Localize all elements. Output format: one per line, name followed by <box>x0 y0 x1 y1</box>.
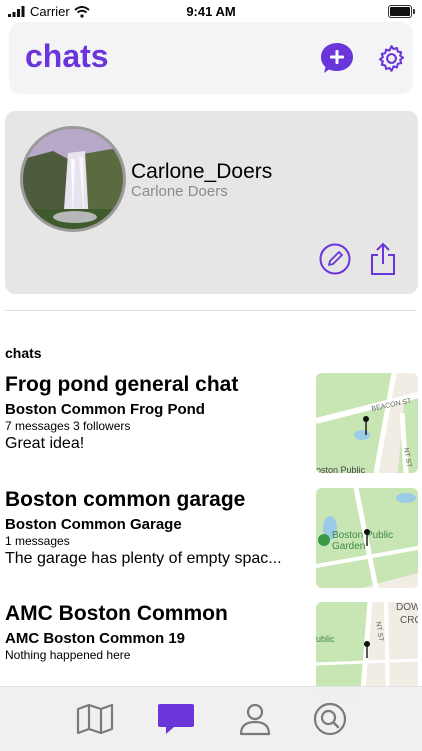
add-chat-icon <box>321 43 353 73</box>
tab-profile[interactable] <box>235 701 275 737</box>
profile-full-name: Carlone Doers <box>131 183 228 200</box>
chat-last-message: Great idea! <box>5 435 85 452</box>
map-thumbnail: Boston Public Garden <box>316 488 418 588</box>
map-icon <box>76 703 114 735</box>
chat-last-message: The garage has plenty of empty spac... <box>5 550 282 567</box>
map-thumbnail: BEACON ST oston Public NT ST <box>316 373 418 473</box>
map-label: CRO <box>400 615 418 626</box>
chat-place: Boston Common Garage <box>5 516 182 533</box>
edit-profile-button[interactable] <box>319 243 351 275</box>
chat-title: Boston common garage <box>5 488 246 511</box>
map-label: oston Public <box>316 465 366 473</box>
chat-stats: 7 messages 3 followers <box>5 419 131 433</box>
chat-bubble-icon <box>158 704 194 734</box>
chat-stats: 1 messages <box>5 534 70 548</box>
tab-bar <box>0 686 422 751</box>
pencil-icon <box>319 243 351 275</box>
map-label: Garden <box>332 541 365 552</box>
tab-map[interactable] <box>75 701 115 737</box>
pin-icon <box>364 529 370 535</box>
chat-place: AMC Boston Common 19 <box>5 630 185 647</box>
tab-chats[interactable] <box>156 701 196 737</box>
battery-icon <box>388 5 415 18</box>
chat-title: AMC Boston Common <box>5 602 228 625</box>
page-title: chats <box>25 38 109 74</box>
share-button[interactable] <box>369 242 397 276</box>
chat-place: Boston Common Frog Pond <box>5 401 205 418</box>
waterfall-photo <box>23 129 123 229</box>
person-icon <box>239 703 271 736</box>
profile-username: Carlone_Doers <box>131 160 273 183</box>
share-icon <box>371 242 395 275</box>
map-label: ublic <box>316 634 335 644</box>
tab-search[interactable] <box>310 701 350 737</box>
pin-icon <box>363 416 369 422</box>
chat-list-item[interactable]: Frog pond general chat Boston Common Fro… <box>0 373 422 479</box>
chat-title: Frog pond general chat <box>5 373 239 396</box>
status-bar: Carrier 9:41 AM <box>0 0 422 22</box>
garden-icon <box>318 534 330 546</box>
status-time: 9:41 AM <box>186 4 236 19</box>
settings-button[interactable] <box>376 43 407 74</box>
map-label: DOW <box>396 602 418 613</box>
header-card: chats <box>9 22 413 94</box>
profile-card: Carlone_Doers Carlone Doers <box>5 111 418 294</box>
chat-list-item[interactable]: Boston common garage Boston Common Garag… <box>0 488 422 594</box>
new-chat-button[interactable] <box>320 41 354 75</box>
gear-icon <box>378 45 405 72</box>
map-label: Boston Public <box>332 530 393 541</box>
search-icon <box>313 702 347 736</box>
chat-last-message: Nothing happened here <box>5 648 131 662</box>
chat-map-thumbnail[interactable]: BEACON ST oston Public NT ST <box>316 373 418 473</box>
divider <box>5 310 417 311</box>
section-title: chats <box>5 345 42 361</box>
avatar[interactable] <box>20 126 126 232</box>
pin-icon <box>364 641 370 647</box>
chat-map-thumbnail[interactable]: Boston Public Garden <box>316 488 418 588</box>
